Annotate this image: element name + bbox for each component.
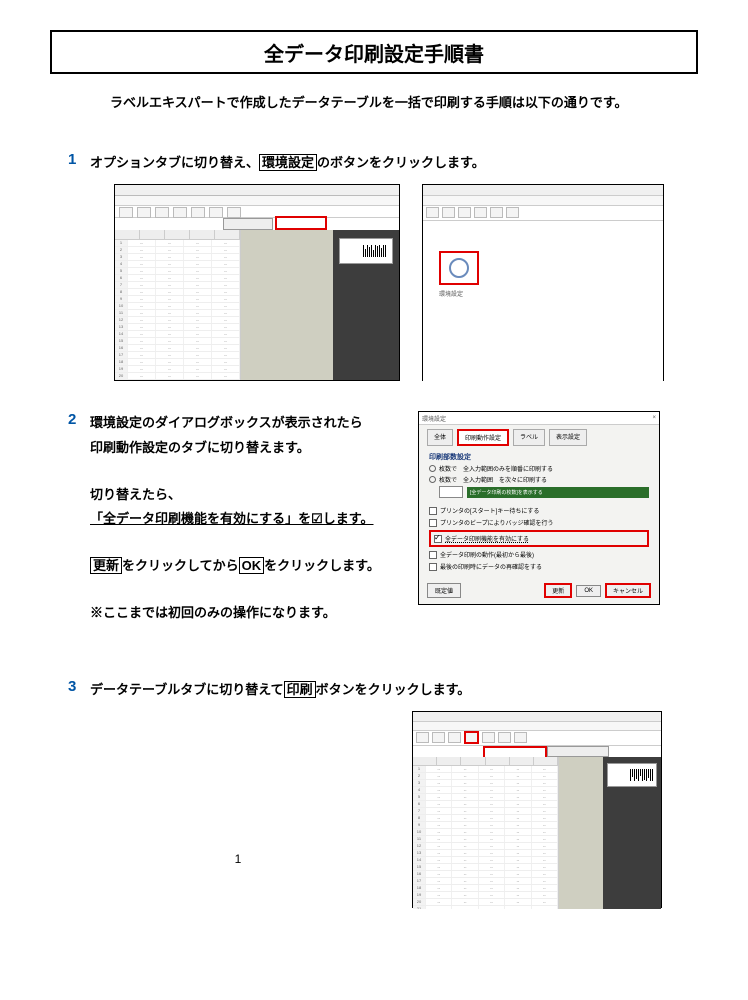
step-1-text: オプションタブに切り替え、環境設定のボタンをクリックします。 xyxy=(90,151,485,174)
chk-enable-all-data-print[interactable]: 全データ印刷機能を有効にする xyxy=(429,530,649,547)
toolbar-btn[interactable] xyxy=(209,207,223,218)
toolbar-btn[interactable] xyxy=(137,207,151,218)
toolbar-btn[interactable] xyxy=(474,207,487,218)
dialog-tab[interactable]: ラベル xyxy=(513,429,545,446)
toolbar-btn[interactable] xyxy=(506,207,519,218)
step-2: 2 環境設定のダイアログボックスが表示されたら 印刷動作設定のタブに切り替えます… xyxy=(68,411,708,647)
icon-caption: 環境設定 xyxy=(439,289,463,298)
chk-beep[interactable]: プリンタのビープによりバッジ確認を行う xyxy=(429,518,649,527)
page: 全データ印刷設定手順書 ラベルエキスパートで作成したデータテーブルを一括で印刷す… xyxy=(0,0,748,958)
env-settings-button[interactable] xyxy=(439,251,479,285)
step-2-line3: 切り替えたら、 xyxy=(90,487,181,502)
toolbar-btn[interactable] xyxy=(155,207,169,218)
dialog-section-title: 印刷部数設定 xyxy=(429,452,649,462)
label-canvas xyxy=(241,230,333,380)
toolbar-btn[interactable] xyxy=(458,207,471,218)
dialog-title: 環境設定 xyxy=(422,414,446,423)
step-3-number: 3 xyxy=(68,678,90,695)
step-3-pre: データテーブルタブに切り替えて xyxy=(90,682,284,697)
radio-2[interactable]: 枚数で 全入力範囲 を次々に印刷する xyxy=(429,475,649,484)
cancel-button[interactable]: キャンセル xyxy=(605,583,651,598)
step-3-boxed: 印刷 xyxy=(284,681,316,698)
chk-main-label: 全データ印刷機能を有効にする xyxy=(445,534,529,543)
chk-extra1[interactable]: 全データ印刷の動作(最初から最後) xyxy=(429,550,649,559)
step-2-number: 2 xyxy=(68,411,90,647)
gear-icon xyxy=(449,258,469,278)
screenshot-1b: 環境設定 xyxy=(422,184,664,381)
toolbar-btn[interactable] xyxy=(490,207,503,218)
toolbar-btn[interactable] xyxy=(498,732,511,743)
toolbar-btn[interactable] xyxy=(416,732,429,743)
green-button[interactable]: [全データ印刷の枚数]を表示する xyxy=(467,487,649,498)
dialog-tab[interactable]: 全体 xyxy=(427,429,453,446)
step-2-mid-a: をクリックしてから xyxy=(122,558,239,573)
chk-extra2[interactable]: 最後の印刷時にデータの再確認をする xyxy=(429,562,649,571)
step-1-number: 1 xyxy=(68,151,90,168)
tab[interactable] xyxy=(547,746,609,757)
toolbar-btn[interactable] xyxy=(227,207,241,218)
ok-button-fake[interactable]: OK xyxy=(576,585,601,597)
step-1-pre: オプションタブに切り替え、 xyxy=(90,155,259,170)
document-title: 全データ印刷設定手順書 xyxy=(50,30,698,74)
dialog-tab[interactable]: 表示設定 xyxy=(549,429,587,446)
step-2-note: ※ここまでは初回のみの操作になります。 xyxy=(90,601,400,626)
screenshot-1a: 1-------- 2-------- 3-------- 4-------- … xyxy=(114,184,400,381)
toolbar-btn[interactable] xyxy=(119,207,133,218)
screenshot-3: 1---------- 2---------- 3---------- 4---… xyxy=(412,711,662,908)
step-1: 1 オプションタブに切り替え、環境設定のボタンをクリックします。 xyxy=(68,151,708,381)
barcode-icon xyxy=(363,245,389,257)
update-button[interactable]: 更新 xyxy=(544,583,572,598)
step-2-box-update: 更新 xyxy=(90,557,122,574)
step-2-line1: 環境設定のダイアログボックスが表示されたら xyxy=(90,415,363,430)
default-button[interactable]: 既定値 xyxy=(427,583,461,598)
tab-option[interactable] xyxy=(275,216,327,230)
preview-panel xyxy=(333,230,399,380)
toolbar-btn[interactable] xyxy=(426,207,439,218)
step-3-post: ボタンをクリックします。 xyxy=(316,682,471,697)
toolbar-btn[interactable] xyxy=(442,207,455,218)
step-2-underline: 「全データ印刷機能を有効にする」を☑します。 xyxy=(90,511,374,526)
print-button[interactable] xyxy=(464,731,479,744)
chk-label: プリンタのビープによりバッジ確認を行う xyxy=(440,518,554,527)
close-icon[interactable]: × xyxy=(652,415,656,421)
page-number: 1 xyxy=(235,852,242,866)
step-2-line2: 印刷動作設定のタブに切り替えます。 xyxy=(90,440,310,455)
chk-label: 最後の印刷時にデータの再確認をする xyxy=(440,562,542,571)
toolbar-btn[interactable] xyxy=(482,732,495,743)
toolbar-btn[interactable] xyxy=(514,732,527,743)
step-1-post: のボタンをクリックします。 xyxy=(317,155,485,170)
toolbar-btn[interactable] xyxy=(448,732,461,743)
chk-label: 全データ印刷の動作(最初から最後) xyxy=(440,550,534,559)
tab[interactable] xyxy=(223,218,273,230)
step-1-boxed: 環境設定 xyxy=(259,154,317,171)
radio-1-label: 枚数で 全入力範囲のみを順番に印刷する xyxy=(439,464,553,473)
step-2-box-ok: OK xyxy=(239,557,265,574)
toolbar-btn[interactable] xyxy=(432,732,445,743)
copies-input[interactable] xyxy=(439,486,463,498)
step-3: 3 データテーブルタブに切り替えて印刷ボタンをクリックします。 1 xyxy=(68,678,708,908)
barcode-icon xyxy=(630,769,654,781)
toolbar-btn[interactable] xyxy=(191,207,205,218)
toolbar-btn[interactable] xyxy=(173,207,187,218)
intro-text: ラベルエキスパートで作成したデータテーブルを一括で印刷する手順は以下の通りです。 xyxy=(110,92,708,111)
data-grid[interactable]: 1-------- 2-------- 3-------- 4-------- … xyxy=(115,230,241,380)
step-3-text: データテーブルタブに切り替えて印刷ボタンをクリックします。 xyxy=(90,678,470,701)
data-grid[interactable]: 1---------- 2---------- 3---------- 4---… xyxy=(413,757,559,909)
step-2-mid-b: をクリックします。 xyxy=(264,558,380,573)
screenshot-dialog: 環境設定 × 全体 印刷動作設定 ラベル 表示設定 印刷部数設定 枚数で 全入力… xyxy=(418,411,660,605)
label-canvas xyxy=(559,757,603,909)
dialog-tab-print[interactable]: 印刷動作設定 xyxy=(457,429,509,446)
radio-1[interactable]: 枚数で 全入力範囲のみを順番に印刷する xyxy=(429,464,649,473)
radio-2-label: 枚数で 全入力範囲 を次々に印刷する xyxy=(439,475,547,484)
preview-panel xyxy=(603,757,661,909)
chk-label: プリンタの[スタート]キー待ちにする xyxy=(440,506,539,515)
chk-printer-start[interactable]: プリンタの[スタート]キー待ちにする xyxy=(429,506,649,515)
